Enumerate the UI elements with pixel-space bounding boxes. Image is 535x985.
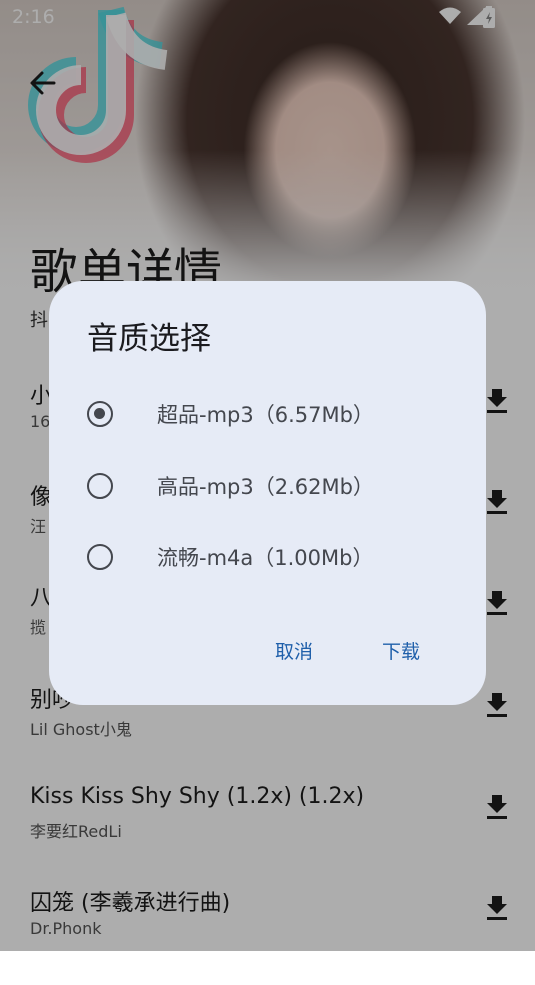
radio-button[interactable]	[87, 401, 113, 427]
quality-dialog: 音质选择 超品-mp3（6.57Mb） 高品-mp3（2.62Mb） 流畅-m4…	[49, 281, 486, 705]
quality-option-label: 高品-mp3（2.62Mb）	[157, 475, 374, 499]
radio-button[interactable]	[87, 544, 113, 570]
dialog-title: 音质选择	[87, 321, 211, 357]
radio-button[interactable]	[87, 473, 113, 499]
quality-option-label: 超品-mp3（6.57Mb）	[157, 403, 374, 427]
cancel-button[interactable]: 取消	[275, 637, 313, 664]
radio-selected-dot	[94, 408, 105, 419]
quality-option[interactable]: 高品-mp3（2.62Mb）	[87, 465, 467, 515]
download-button[interactable]: 下载	[382, 637, 420, 664]
quality-option[interactable]: 流畅-m4a（1.00Mb）	[87, 536, 467, 586]
quality-option-label: 流畅-m4a（1.00Mb）	[157, 546, 374, 570]
quality-option[interactable]: 超品-mp3（6.57Mb）	[87, 393, 467, 443]
